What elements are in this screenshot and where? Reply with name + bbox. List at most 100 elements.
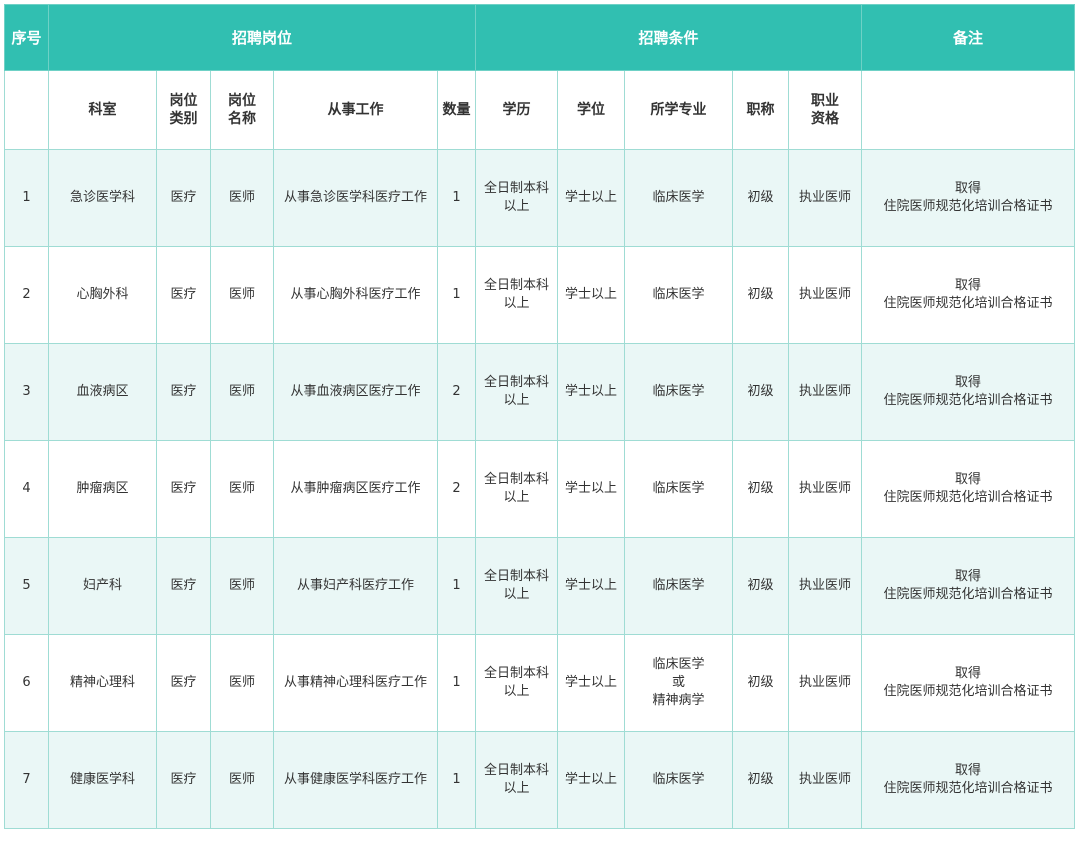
cell-title: 初级 [732, 343, 789, 441]
cell-degree: 学士以上 [557, 731, 625, 829]
cell-education: 全日制本科 以上 [475, 149, 558, 247]
cell-major: 临床医学 [624, 149, 733, 247]
cell-remark-line1: 取得 [954, 666, 981, 681]
cell-major: 临床医学 [624, 343, 733, 441]
subheader-remark-empty [861, 70, 1075, 150]
header-row-sub: 科室 岗位 类别 岗位 名称 从事工作 数量 学历 学位 所学专业 职称 职业 … [4, 70, 1075, 150]
cell-education-line1: 全日制本科 [483, 181, 549, 196]
cell-no: 2 [4, 246, 49, 344]
cell-degree: 学士以上 [557, 246, 625, 344]
table-row: 1 急诊医学科 医疗 医师 从事急诊医学科医疗工作 1 全日制本科 以上 学士以… [4, 149, 1075, 247]
cell-type: 医疗 [156, 731, 211, 829]
cell-count: 2 [437, 343, 476, 441]
cell-type: 医疗 [156, 634, 211, 732]
cell-name: 医师 [210, 343, 274, 441]
cell-degree: 学士以上 [557, 149, 625, 247]
cell-education-line2: 以上 [503, 199, 530, 214]
cell-education-line1: 全日制本科 [483, 472, 549, 487]
cell-major: 临床医学 [624, 246, 733, 344]
subheader-name-line1: 岗位 [228, 93, 256, 109]
table-row: 5 妇产科 医疗 医师 从事妇产科医疗工作 1 全日制本科 以上 学士以上 临床… [4, 537, 1075, 635]
cell-title: 初级 [732, 440, 789, 538]
cell-degree: 学士以上 [557, 440, 625, 538]
cell-name: 医师 [210, 440, 274, 538]
cell-qualification: 执业医师 [788, 440, 862, 538]
subheader-type-line1: 岗位 [169, 93, 198, 109]
subheader-empty [4, 70, 49, 150]
cell-remark-line1: 取得 [954, 472, 981, 487]
cell-dept: 血液病区 [48, 343, 157, 441]
cell-education-line2: 以上 [503, 393, 530, 408]
cell-dept: 健康医学科 [48, 731, 157, 829]
cell-title: 初级 [732, 149, 789, 247]
cell-remark: 取得 住院医师规范化培训合格证书 [861, 537, 1075, 635]
cell-education: 全日制本科 以上 [475, 440, 558, 538]
cell-remark: 取得 住院医师规范化培训合格证书 [861, 440, 1075, 538]
cell-education-line2: 以上 [503, 296, 530, 311]
cell-count: 1 [437, 149, 476, 247]
cell-dept: 肿瘤病区 [48, 440, 157, 538]
cell-degree: 学士以上 [557, 537, 625, 635]
cell-type: 医疗 [156, 149, 211, 247]
cell-type: 医疗 [156, 343, 211, 441]
cell-remark-line2: 住院医师规范化培训合格证书 [883, 296, 1053, 311]
cell-no: 4 [4, 440, 49, 538]
cell-remark: 取得 住院医师规范化培训合格证书 [861, 634, 1075, 732]
subheader-major: 所学专业 [624, 70, 733, 150]
cell-education: 全日制本科 以上 [475, 343, 558, 441]
cell-title: 初级 [732, 634, 789, 732]
cell-remark-line2: 住院医师规范化培训合格证书 [883, 781, 1053, 796]
cell-no: 7 [4, 731, 49, 829]
cell-work: 从事妇产科医疗工作 [273, 537, 438, 635]
cell-work: 从事肿瘤病区医疗工作 [273, 440, 438, 538]
cell-education: 全日制本科 以上 [475, 246, 558, 344]
cell-work: 从事健康医学科医疗工作 [273, 731, 438, 829]
cell-work: 从事急诊医学科医疗工作 [273, 149, 438, 247]
cell-dept: 妇产科 [48, 537, 157, 635]
cell-major: 临床医学 [624, 440, 733, 538]
cell-education: 全日制本科 以上 [475, 537, 558, 635]
cell-type: 医疗 [156, 440, 211, 538]
cell-degree: 学士以上 [557, 634, 625, 732]
cell-dept: 精神心理科 [48, 634, 157, 732]
table-row: 7 健康医学科 医疗 医师 从事健康医学科医疗工作 1 全日制本科 以上 学士以… [4, 731, 1075, 829]
cell-count: 1 [437, 731, 476, 829]
recruitment-table: 序号 招聘岗位 招聘条件 备注 科室 岗位 类别 岗位 名称 从事工作 数量 学… [4, 4, 1075, 829]
cell-qualification: 执业医师 [788, 246, 862, 344]
table-row: 2 心胸外科 医疗 医师 从事心胸外科医疗工作 1 全日制本科 以上 学士以上 … [4, 246, 1075, 344]
cell-qualification: 执业医师 [788, 343, 862, 441]
cell-title: 初级 [732, 537, 789, 635]
subheader-qualification: 职业 资格 [788, 70, 862, 150]
cell-type: 医疗 [156, 246, 211, 344]
header-no: 序号 [4, 4, 49, 71]
cell-remark-line1: 取得 [954, 569, 981, 584]
header-conditions: 招聘条件 [475, 4, 862, 71]
cell-no: 6 [4, 634, 49, 732]
header-row-top: 序号 招聘岗位 招聘条件 备注 [4, 4, 1075, 71]
cell-remark-line1: 取得 [954, 181, 981, 196]
cell-name: 医师 [210, 149, 274, 247]
cell-major: 临床医学 或 精神病学 [624, 634, 733, 732]
cell-name: 医师 [210, 246, 274, 344]
cell-count: 2 [437, 440, 476, 538]
cell-major: 临床医学 [624, 731, 733, 829]
cell-remark-line2: 住院医师规范化培训合格证书 [883, 393, 1053, 408]
cell-education-line2: 以上 [503, 587, 530, 602]
cell-major-line2: 或 [671, 675, 685, 690]
cell-education-line1: 全日制本科 [483, 763, 549, 778]
cell-qualification: 执业医师 [788, 731, 862, 829]
cell-education-line2: 以上 [503, 490, 530, 505]
cell-title: 初级 [732, 246, 789, 344]
cell-dept: 心胸外科 [48, 246, 157, 344]
subheader-education: 学历 [475, 70, 558, 150]
subheader-dept: 科室 [48, 70, 157, 150]
cell-degree: 学士以上 [557, 343, 625, 441]
cell-title: 初级 [732, 731, 789, 829]
cell-no: 3 [4, 343, 49, 441]
cell-remark-line2: 住院医师规范化培训合格证书 [883, 587, 1053, 602]
cell-work: 从事心胸外科医疗工作 [273, 246, 438, 344]
cell-type: 医疗 [156, 537, 211, 635]
cell-name: 医师 [210, 537, 274, 635]
subheader-name: 岗位 名称 [210, 70, 274, 150]
header-position: 招聘岗位 [48, 4, 476, 71]
